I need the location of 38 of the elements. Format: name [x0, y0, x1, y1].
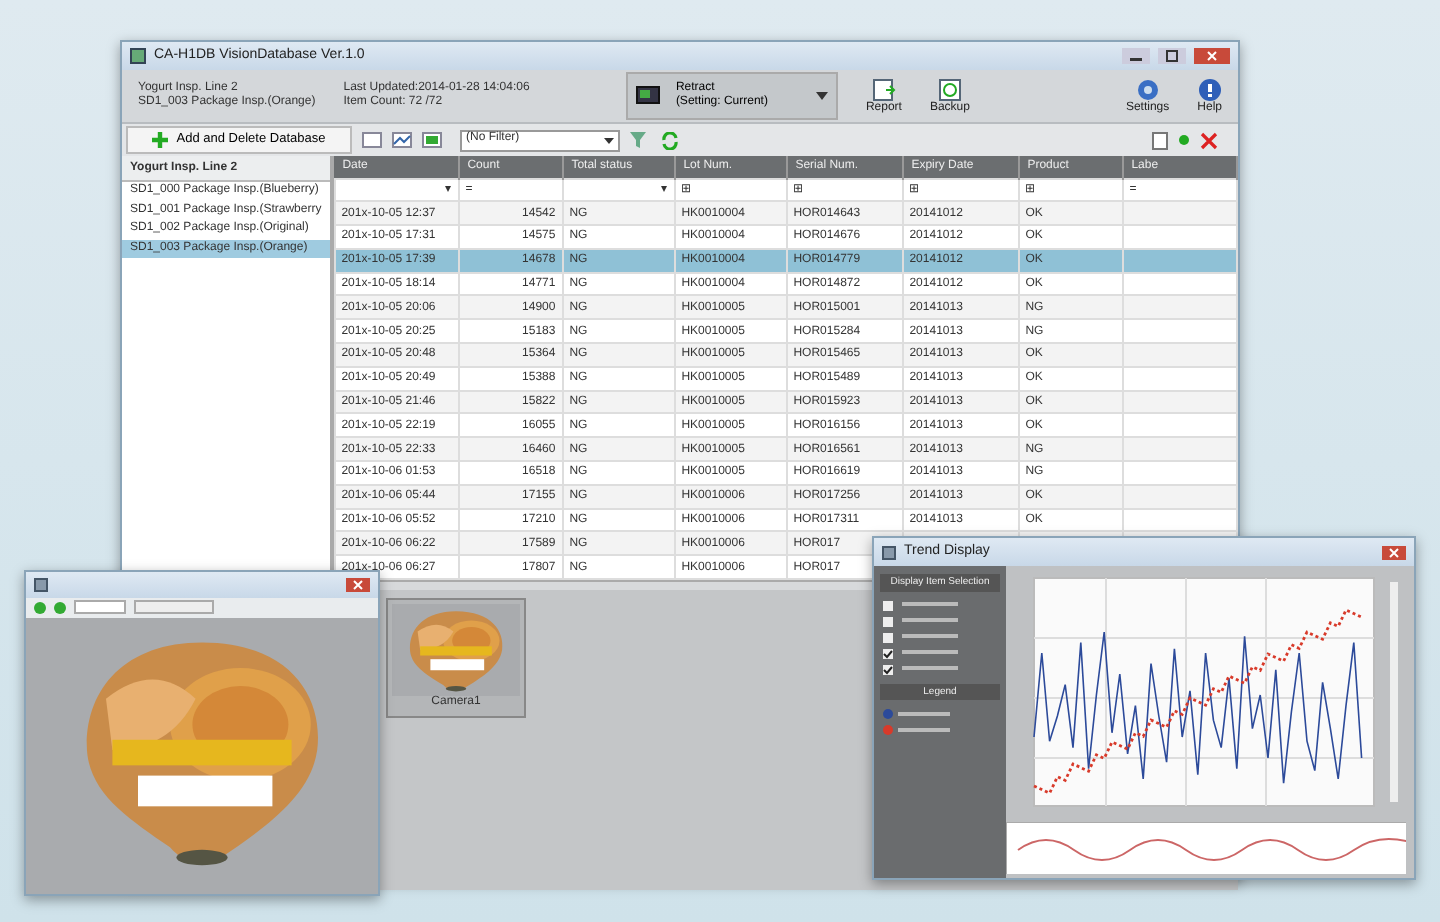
backup-icon: [937, 78, 962, 102]
option-label-drawing: [902, 650, 958, 656]
checkbox[interactable]: [882, 647, 894, 659]
close-button[interactable]: [1382, 545, 1406, 559]
option-label-drawing: [902, 666, 958, 672]
monitor-icon: [635, 86, 660, 106]
minimize-button[interactable]: [1122, 48, 1150, 64]
dot-icon[interactable]: [1178, 134, 1190, 146]
delete-icon[interactable]: [1200, 131, 1218, 149]
close-button[interactable]: [346, 577, 370, 592]
list-view-icon[interactable]: [362, 132, 382, 148]
maximize-button[interactable]: [1158, 48, 1186, 64]
checkbox[interactable]: [882, 663, 894, 675]
back-icon[interactable]: [34, 601, 46, 614]
close-button[interactable]: [1194, 48, 1230, 64]
plus-icon: [152, 132, 169, 148]
image-view-icon[interactable]: [422, 132, 442, 148]
checkbox[interactable]: [882, 631, 894, 643]
checkbox[interactable]: [882, 615, 894, 627]
app-icon: [34, 577, 48, 592]
page-field[interactable]: [74, 600, 126, 615]
settings-icon: [1135, 78, 1160, 102]
option-label-drawing: [902, 602, 958, 608]
forward-icon[interactable]: [54, 601, 66, 614]
caret-icon: [815, 92, 828, 100]
app-icon: [882, 545, 896, 559]
option-label-drawing: [902, 618, 958, 624]
scrollbar[interactable]: [1390, 582, 1398, 802]
report-icon: [871, 78, 896, 102]
document-icon[interactable]: [1152, 131, 1168, 149]
caret-icon: [604, 137, 614, 143]
option-label-drawing: [902, 634, 958, 640]
checkbox[interactable]: [882, 599, 894, 611]
refresh-icon[interactable]: [660, 131, 680, 149]
graph-view-icon[interactable]: [392, 132, 412, 148]
overview-chart[interactable]: [1006, 822, 1406, 874]
help-icon: [1197, 78, 1222, 102]
app-icon: [130, 48, 146, 64]
